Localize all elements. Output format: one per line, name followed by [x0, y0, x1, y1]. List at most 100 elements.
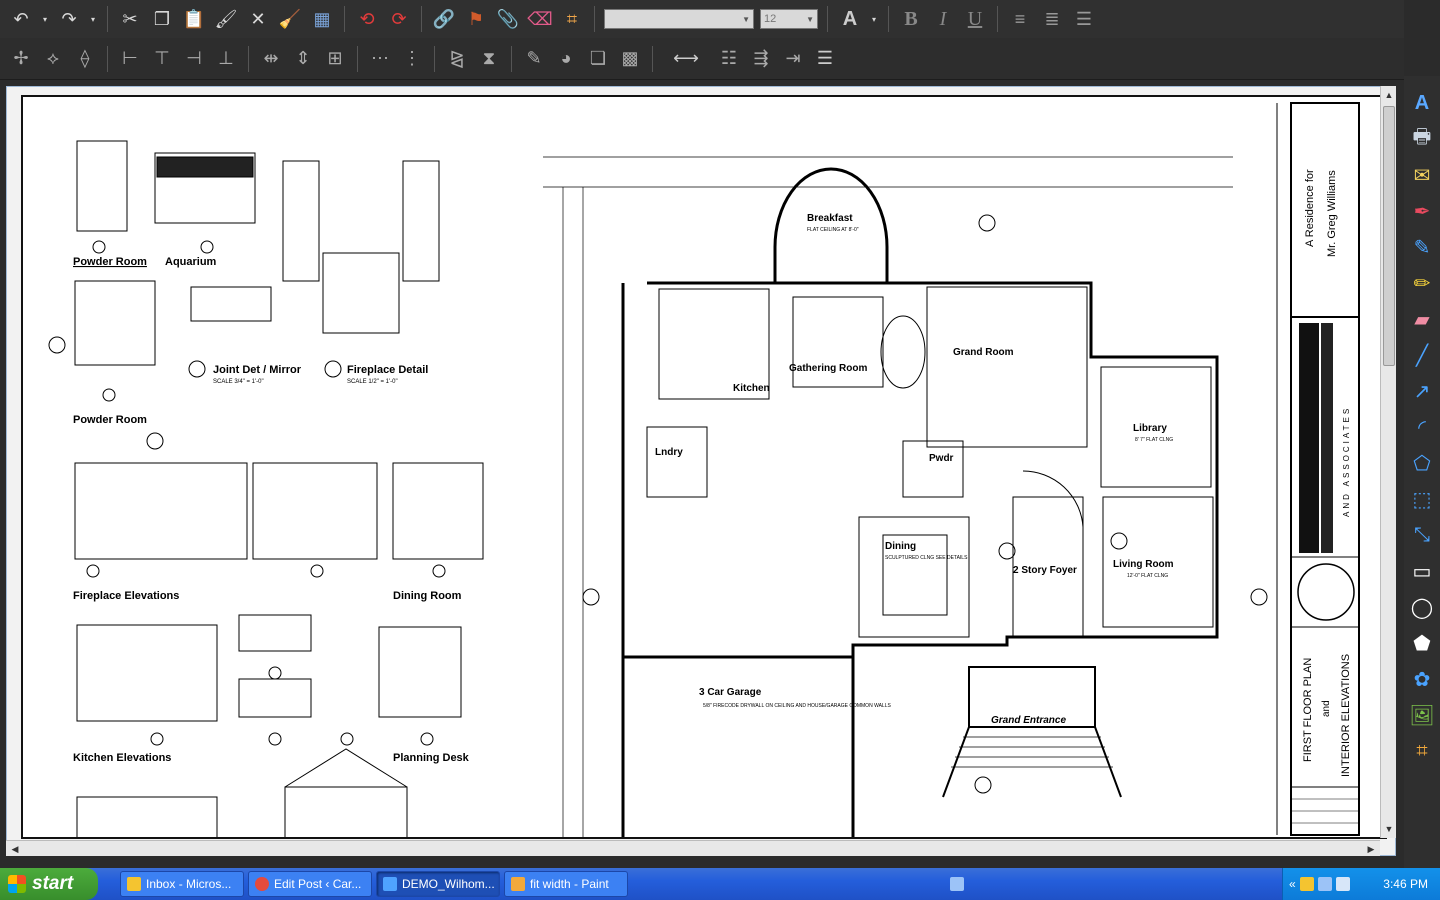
stamp-icon[interactable]: ⚑: [463, 6, 489, 32]
fill-icon[interactable]: ◕: [553, 46, 579, 72]
task-button-paint[interactable]: fit width - Paint: [504, 871, 628, 897]
vertical-scrollbar[interactable]: ▲ ▼: [1380, 86, 1396, 838]
scroll-left-icon[interactable]: ◀: [8, 842, 22, 856]
center-align-icon[interactable]: ⊞: [322, 46, 348, 72]
crop-tool-icon[interactable]: ⌗: [1407, 736, 1437, 766]
cloud-shape-icon[interactable]: ✿: [1407, 664, 1437, 694]
flip-horizontal-icon[interactable]: ⧎: [444, 46, 470, 72]
rectangle-tool-icon[interactable]: ▭: [1407, 556, 1437, 586]
font-family-select[interactable]: ▼: [604, 9, 754, 29]
rotate-left-icon[interactable]: ⟲: [354, 6, 380, 32]
detail-title-dining-room: Dining Room: [393, 590, 462, 602]
ellipse-tool-icon[interactable]: ◯: [1407, 592, 1437, 622]
underline-button[interactable]: U: [962, 6, 988, 32]
redo-dropdown-icon[interactable]: ▾: [88, 6, 98, 32]
print-icon[interactable]: 🖶: [1407, 124, 1437, 154]
arc-tool-icon[interactable]: ◜: [1407, 412, 1437, 442]
align-right-edge-icon[interactable]: ⊣: [181, 46, 207, 72]
align-center-icon[interactable]: ≣: [1039, 6, 1065, 32]
room-kitchen: Kitchen: [733, 383, 770, 394]
tray-volume-icon[interactable]: [1335, 877, 1350, 891]
eraser-icon[interactable]: ⌫: [527, 6, 553, 32]
highlight-pen-icon[interactable]: ✒: [1407, 196, 1437, 226]
arrow-tool-icon[interactable]: ↗: [1407, 376, 1437, 406]
distribute-horizontal-icon[interactable]: ⇹: [258, 46, 284, 72]
italic-button[interactable]: I: [930, 6, 956, 32]
delete-icon[interactable]: ✕: [245, 6, 271, 32]
text-tool-icon[interactable]: A: [1407, 88, 1437, 118]
system-clock[interactable]: 3:46 PM: [1383, 877, 1428, 891]
language-bar-icon[interactable]: [950, 871, 972, 897]
copy-icon[interactable]: ❐: [149, 6, 175, 32]
redo-icon[interactable]: ↷: [56, 6, 82, 32]
tray-expand-icon[interactable]: «: [1289, 877, 1296, 891]
room-labels: Breakfast FLAT CEILING AT 8'-0" Gatherin…: [655, 213, 1174, 726]
tray-network-icon[interactable]: [1317, 877, 1332, 891]
dimension-tool-icon[interactable]: ⤡: [1407, 520, 1437, 550]
detail-title-powder-room-1: Powder Room: [73, 256, 147, 268]
align-bottom-edge-icon[interactable]: ⊥: [213, 46, 239, 72]
toolbar-separator: [107, 45, 108, 72]
text-color-dropdown-icon[interactable]: ▾: [869, 6, 879, 32]
start-button[interactable]: start: [0, 868, 98, 900]
text-color-button[interactable]: A: [837, 6, 863, 32]
line-spacing-icon[interactable]: ☷: [716, 46, 742, 72]
clear-icon[interactable]: 🧹: [277, 6, 303, 32]
crop-icon[interactable]: ⌗: [559, 6, 585, 32]
task-button-edit-post[interactable]: Edit Post ‹ Car...: [248, 871, 372, 897]
cut-icon[interactable]: ✂: [117, 6, 143, 32]
polygon-tool-icon[interactable]: ⬟: [1407, 628, 1437, 658]
image-tool-icon[interactable]: 🖼: [1407, 700, 1437, 730]
node-join-icon[interactable]: ⟠: [72, 46, 98, 72]
shadow-icon[interactable]: ❏: [585, 46, 611, 72]
toolbar-separator: [652, 45, 653, 72]
toolbar-separator: [107, 6, 108, 32]
indent-icon[interactable]: ⇥: [780, 46, 806, 72]
space-horizontal-icon[interactable]: ⋯: [367, 46, 393, 72]
toolbar-separator: [997, 6, 998, 32]
paragraph-spacing-icon[interactable]: ⇶: [748, 46, 774, 72]
align-left-icon[interactable]: ≡: [1007, 6, 1033, 32]
cloud-tool-icon[interactable]: ⬚: [1407, 484, 1437, 514]
format-painter-icon[interactable]: 🖌: [213, 6, 239, 32]
start-label: start: [32, 873, 74, 894]
node-break-icon[interactable]: ⟡: [40, 46, 66, 72]
paste-icon[interactable]: 📋: [181, 6, 207, 32]
scroll-down-icon[interactable]: ▼: [1382, 822, 1396, 836]
tray-app-icon[interactable]: [1299, 877, 1314, 891]
undo-icon[interactable]: ↶: [8, 6, 34, 32]
polyline-tool-icon[interactable]: ⬠: [1407, 448, 1437, 478]
align-left-edge-icon[interactable]: ⊢: [117, 46, 143, 72]
scroll-up-icon[interactable]: ▲: [1382, 88, 1396, 102]
align-top-edge-icon[interactable]: ⊤: [149, 46, 175, 72]
scroll-right-icon[interactable]: ▶: [1364, 842, 1378, 856]
task-button-demo[interactable]: DEMO_Wilhom...: [376, 871, 500, 897]
marker-icon[interactable]: ✏: [1407, 268, 1437, 298]
detail-title-powder-room-2: Powder Room: [73, 414, 147, 426]
line-tool-icon[interactable]: ╱: [1407, 340, 1437, 370]
arrow-style-icon[interactable]: ⟷: [662, 46, 710, 72]
node-add-icon[interactable]: ✢: [8, 46, 34, 72]
line-weight-icon[interactable]: ☰: [812, 46, 838, 72]
horizontal-scrollbar[interactable]: ◀ ▶: [6, 840, 1380, 856]
vertical-scroll-thumb[interactable]: [1383, 106, 1395, 366]
paperclip-icon[interactable]: 📎: [495, 6, 521, 32]
link-icon[interactable]: 🔗: [431, 6, 457, 32]
flip-vertical-icon[interactable]: ⧗: [476, 46, 502, 72]
rotate-right-icon[interactable]: ⟳: [386, 6, 412, 32]
select-region-icon[interactable]: ▦: [309, 6, 335, 32]
undo-dropdown-icon[interactable]: ▾: [40, 6, 50, 32]
pen-icon[interactable]: ✎: [1407, 232, 1437, 262]
bold-button[interactable]: B: [898, 6, 924, 32]
space-vertical-icon[interactable]: ⋮: [399, 46, 425, 72]
pattern-icon[interactable]: ▩: [617, 46, 643, 72]
pen-style-icon[interactable]: ✎: [521, 46, 547, 72]
align-right-icon[interactable]: ☰: [1071, 6, 1097, 32]
title-client: Mr. Greg Williams: [1326, 170, 1338, 257]
distribute-vertical-icon[interactable]: ⇕: [290, 46, 316, 72]
document-canvas[interactable]: A Residence for Mr. Greg Williams AND AS…: [6, 86, 1396, 856]
eraser-tool-icon[interactable]: ▰: [1407, 304, 1437, 334]
note-icon[interactable]: ✉: [1407, 160, 1437, 190]
font-size-select[interactable]: 12 ▼: [760, 9, 818, 29]
task-button-inbox[interactable]: Inbox - Micros...: [120, 871, 244, 897]
